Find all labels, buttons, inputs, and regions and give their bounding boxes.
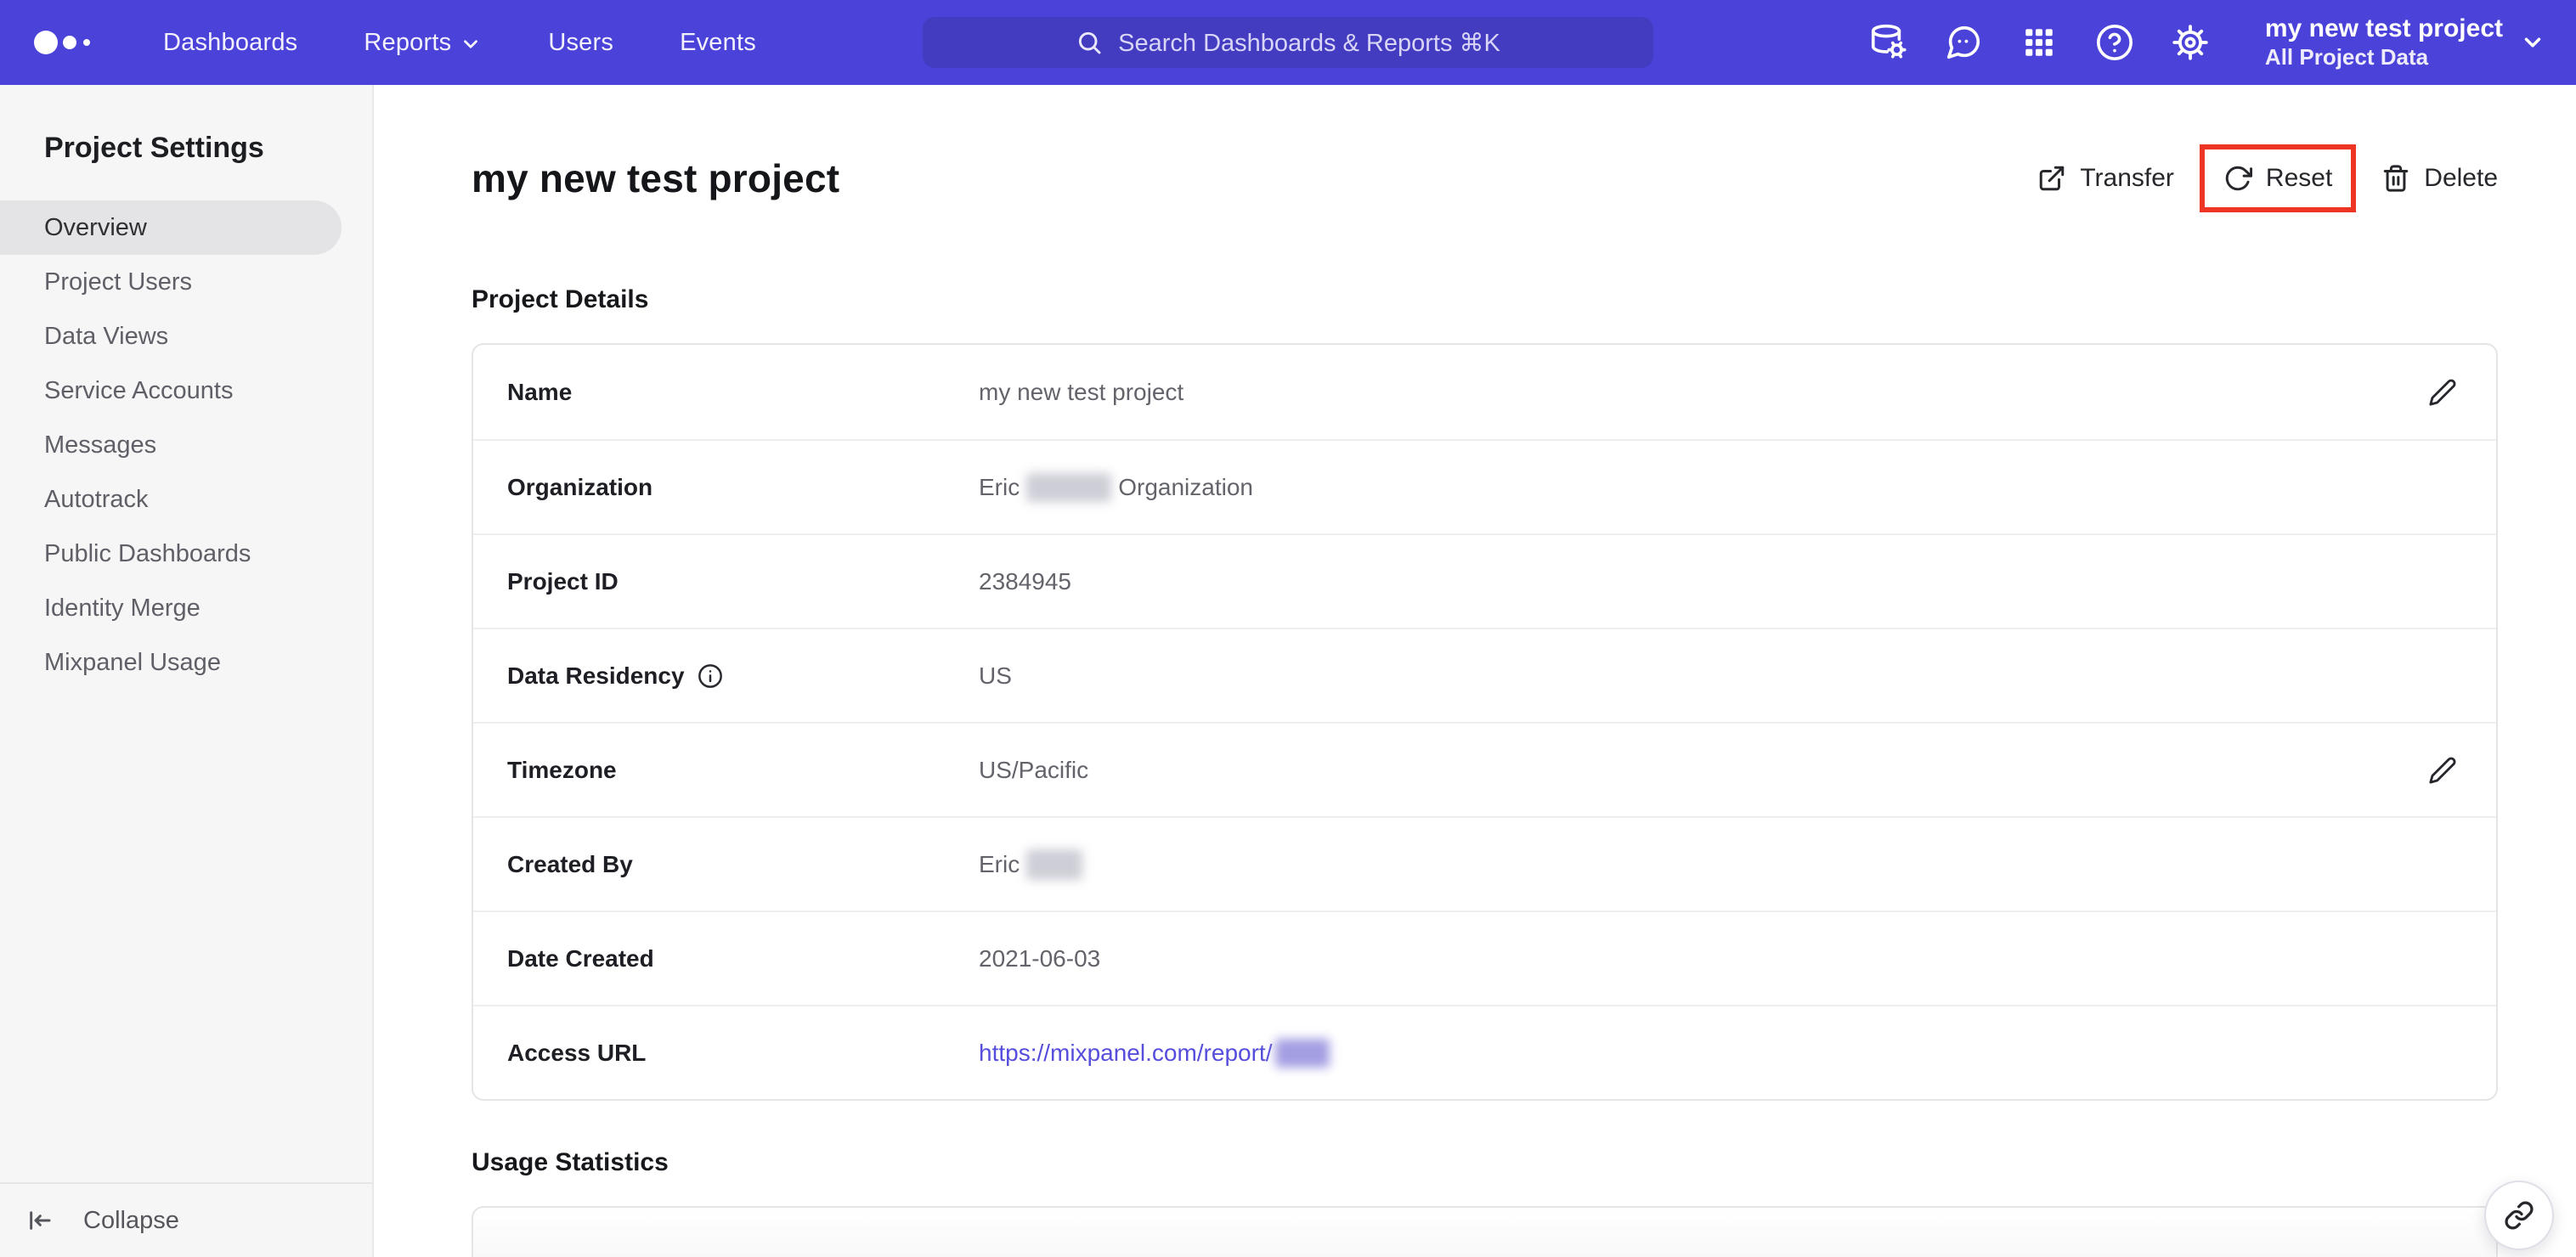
detail-row-data-residency: Data Residency US: [473, 628, 2496, 722]
pencil-icon: [2429, 379, 2456, 406]
detail-row-created-by: Created By Eric: [473, 816, 2496, 910]
top-nav: Dashboards Reports Users Events Search D…: [0, 0, 2576, 85]
chevron-down-icon: [2524, 37, 2541, 48]
nav-item-reports[interactable]: Reports: [364, 29, 482, 57]
reset-button[interactable]: Reset: [2223, 164, 2332, 193]
help-button[interactable]: [2095, 23, 2134, 62]
mixpanel-logo[interactable]: [32, 0, 97, 85]
delete-icon: [2384, 165, 2409, 192]
delete-button[interactable]: Delete: [2381, 164, 2498, 193]
nav-item-users[interactable]: Users: [548, 29, 613, 57]
sidebar-nav: Overview Project Users Data Views Servic…: [0, 200, 372, 690]
search-input[interactable]: Search Dashboards & Reports ⌘K: [923, 17, 1653, 68]
detail-row-organization: Organization Eric Organization: [473, 439, 2496, 533]
sidebar-item-mixpanel-usage[interactable]: Mixpanel Usage: [0, 635, 342, 690]
sidebar-item-public-dashboards[interactable]: Public Dashboards: [0, 527, 342, 581]
reset-icon: [2225, 166, 2252, 191]
current-project-name: my new test project: [2264, 14, 2503, 42]
settings-button[interactable]: [2171, 23, 2210, 62]
feedback-button[interactable]: [1944, 23, 1983, 62]
redacted-text: [1275, 1038, 1330, 1068]
redacted-text: [1026, 472, 1112, 502]
sidebar-item-autotrack[interactable]: Autotrack: [0, 472, 342, 527]
access-url-link[interactable]: https://mixpanel.com/report/: [979, 1040, 1272, 1067]
gear-icon: [2172, 25, 2208, 60]
detail-row-name: Name my new test project: [473, 345, 2496, 439]
page-title: my new test project: [472, 156, 840, 200]
data-management-button[interactable]: [1868, 23, 1907, 62]
usage-statistics-heading: Usage Statistics: [472, 1148, 669, 1176]
apps-grid-button[interactable]: [2020, 23, 2059, 62]
sidebar-title: Project Settings: [44, 132, 264, 164]
sidebar-item-data-views[interactable]: Data Views: [0, 309, 342, 364]
detail-row-timezone: Timezone US/Pacific: [473, 722, 2496, 816]
sidebar-item-identity-merge[interactable]: Identity Merge: [0, 581, 342, 635]
search-placeholder: Search Dashboards & Reports ⌘K: [1118, 29, 1500, 57]
mixpanel-logo-icon: [34, 31, 90, 54]
settings-sidebar: Project Settings Overview Project Users …: [0, 85, 374, 1257]
sidebar-item-service-accounts[interactable]: Service Accounts: [0, 364, 342, 418]
share-link-button[interactable]: [2484, 1181, 2554, 1250]
main-content: my new test project Transfer Reset Delet…: [374, 85, 2576, 1257]
reset-highlight-box: Reset: [2199, 144, 2357, 212]
help-icon: [2096, 25, 2133, 60]
edit-name-button[interactable]: [2423, 378, 2457, 407]
edit-timezone-button[interactable]: [2423, 756, 2457, 785]
transfer-icon: [2040, 166, 2065, 191]
apps-grid-icon: [2025, 29, 2053, 56]
nav-item-dashboards[interactable]: Dashboards: [163, 29, 297, 57]
chevron-down-icon: [464, 39, 478, 48]
project-switcher[interactable]: my new test project All Project Data: [2265, 14, 2545, 70]
sidebar-collapse-button[interactable]: Collapse: [0, 1182, 372, 1257]
redacted-text: [1026, 848, 1083, 880]
nav-item-events[interactable]: Events: [680, 29, 756, 57]
sidebar-item-project-users[interactable]: Project Users: [0, 255, 342, 309]
database-gear-icon: [1871, 24, 1907, 59]
collapse-left-icon: [30, 1211, 51, 1230]
link-icon: [2505, 1201, 2534, 1230]
current-data-view: All Project Data: [2264, 44, 2429, 70]
project-actions: Transfer Reset Delete: [2037, 144, 2498, 212]
pencil-icon: [2429, 757, 2456, 784]
sidebar-item-overview[interactable]: Overview: [0, 200, 342, 255]
transfer-button[interactable]: Transfer: [2037, 164, 2174, 193]
search-icon: [1079, 31, 1101, 54]
message-bubble-icon: [1946, 25, 1980, 59]
sidebar-item-messages[interactable]: Messages: [0, 418, 342, 472]
usage-statistics-card: [472, 1206, 2498, 1257]
detail-row-project-id: Project ID 2384945: [473, 533, 2496, 628]
project-details-heading: Project Details: [472, 285, 649, 313]
detail-row-date-created: Date Created 2021-06-03: [473, 910, 2496, 1005]
detail-row-access-url: Access URL https://mixpanel.com/report/: [473, 1005, 2496, 1099]
data-residency-info-icon[interactable]: [697, 662, 724, 690]
project-details-card: Name my new test project Organization Er…: [472, 343, 2498, 1101]
